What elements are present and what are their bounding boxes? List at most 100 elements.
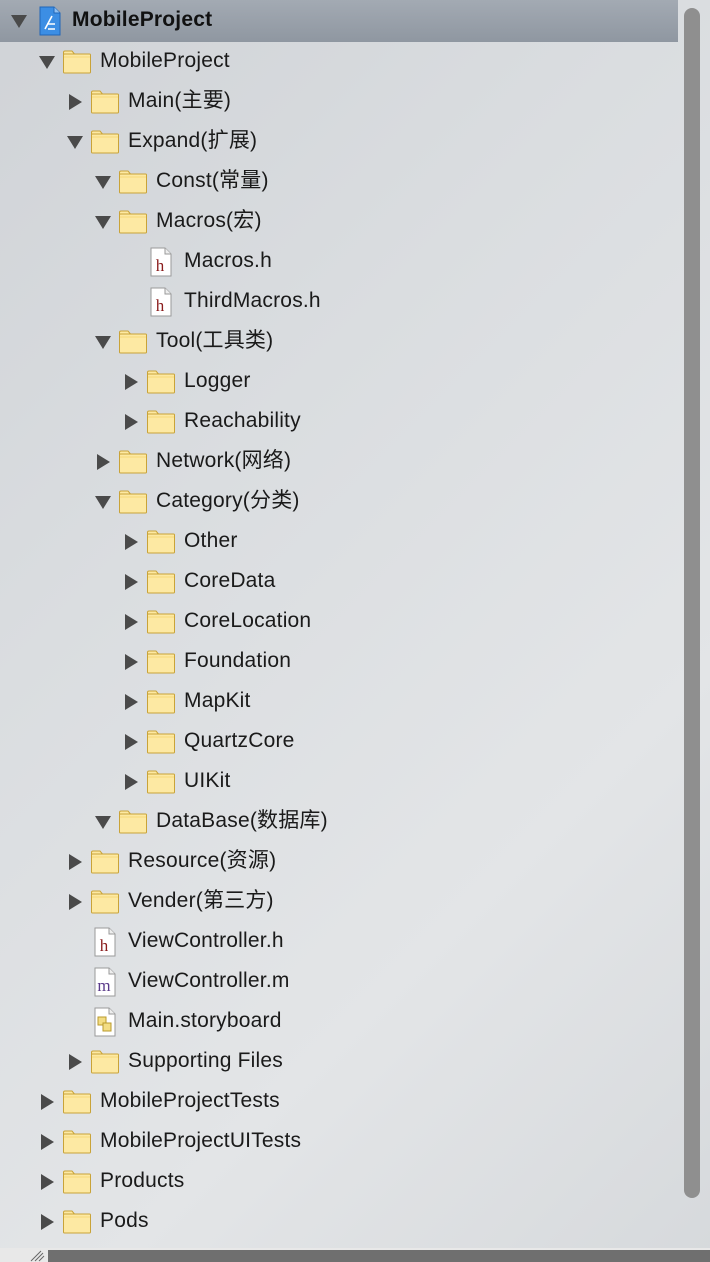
disclosure-expanded-icon[interactable] [94,493,112,511]
disclosure-collapsed-icon[interactable] [94,453,112,471]
tree-row-label: Other [184,529,238,552]
tree-row-label: CoreData [184,569,276,592]
folder-icon [62,1129,92,1155]
tree-row-label: DataBase(数据库) [156,809,328,832]
tree-row-pods[interactable]: Pods [0,1201,678,1241]
disclosure-collapsed-icon[interactable] [38,1133,56,1151]
tree-row-viewcontroller-m[interactable]: m ViewController.m [0,961,678,1001]
disclosure-collapsed-icon[interactable] [122,373,140,391]
tree-row-reachability[interactable]: Reachability [0,401,678,441]
bottom-bar [48,1250,710,1262]
disclosure-collapsed-icon[interactable] [66,893,84,911]
tree-row-resource[interactable]: Resource(资源) [0,841,678,881]
tree-row-mobileproject[interactable]: MobileProject [0,41,678,81]
folder-icon [90,849,120,875]
folder-icon [146,529,176,555]
folder-icon [118,809,148,835]
disclosure-collapsed-icon[interactable] [38,1173,56,1191]
folder-icon [118,169,148,195]
folder-icon [90,1049,120,1075]
tree-row-mobileproject-project[interactable]: MobileProject [0,0,678,42]
tree-row-tool[interactable]: Tool(工具类) [0,321,678,361]
tree-row-const[interactable]: Const(常量) [0,161,678,201]
disclosure-collapsed-icon[interactable] [122,773,140,791]
disclosure-collapsed-icon[interactable] [122,693,140,711]
disclosure-collapsed-icon[interactable] [38,1213,56,1231]
disclosure-expanded-icon[interactable] [38,53,56,71]
tree-row-viewcontroller-h[interactable]: h ViewController.h [0,921,678,961]
tree-row-thirdmacros-h[interactable]: h ThirdMacros.h [0,281,678,321]
disclosure-expanded-icon[interactable] [66,133,84,151]
tree-row-logger[interactable]: Logger [0,361,678,401]
disclosure-collapsed-icon[interactable] [66,93,84,111]
tree-row-mobileprojectuitests[interactable]: MobileProjectUITests [0,1121,678,1161]
disclosure-expanded-icon[interactable] [10,12,28,30]
tree-row-quartzcore[interactable]: QuartzCore [0,721,678,761]
tree-row-mapkit[interactable]: MapKit [0,681,678,721]
tree-row-foundation[interactable]: Foundation [0,641,678,681]
disclosure-expanded-icon[interactable] [94,333,112,351]
tree-row-label: Network(网络) [156,449,292,472]
folder-icon [146,769,176,795]
tree-row-corelocation[interactable]: CoreLocation [0,601,678,641]
tree-row-uikit[interactable]: UIKit [0,761,678,801]
tree-row-label: MobileProjectUITests [100,1129,302,1152]
folder-icon [146,729,176,755]
folder-icon [62,1169,92,1195]
tree-row-label: Main(主要) [128,89,232,112]
folder-icon [146,409,176,435]
tree-row-label: Supporting Files [128,1049,283,1072]
tree-row-main-storyboard[interactable]: Main.storyboard [0,1001,678,1041]
disclosure-collapsed-icon[interactable] [122,413,140,431]
tree-row-expand[interactable]: Expand(扩展) [0,121,678,161]
folder-icon [90,889,120,915]
disclosure-expanded-icon[interactable] [94,213,112,231]
tree-row-category[interactable]: Category(分类) [0,481,678,521]
tree-row-coredata[interactable]: CoreData [0,561,678,601]
implementation-file-icon: m [92,967,122,997]
xcode-project-icon [38,6,68,36]
header-file-icon: h [92,927,122,957]
tree-row-label: Products [100,1169,185,1192]
resize-handle-icon[interactable] [28,1248,46,1262]
disclosure-collapsed-icon[interactable] [122,533,140,551]
tree-row-label: ViewController.h [128,929,284,952]
disclosure-expanded-icon[interactable] [94,173,112,191]
disclosure-collapsed-icon[interactable] [122,653,140,671]
folder-icon [118,449,148,475]
tree-row-macros[interactable]: Macros(宏) [0,201,678,241]
tree-row-label: QuartzCore [184,729,295,752]
disclosure-collapsed-icon[interactable] [122,613,140,631]
tree-row-network[interactable]: Network(网络) [0,441,678,481]
disclosure-collapsed-icon[interactable] [122,573,140,591]
tree-row-vender[interactable]: Vender(第三方) [0,881,678,921]
tree-row-label: Resource(资源) [128,849,277,872]
disclosure-collapsed-icon[interactable] [38,1093,56,1111]
scrollbar-thumb[interactable] [684,8,700,1198]
svg-text:h: h [156,296,165,315]
tree-row-mobileprojecttests[interactable]: MobileProjectTests [0,1081,678,1121]
folder-icon [118,329,148,355]
disclosure-collapsed-icon[interactable] [66,1053,84,1071]
tree-row-label: Category(分类) [156,489,300,512]
tree-row-label: Vender(第三方) [128,889,274,912]
tree-row-label: Expand(扩展) [128,129,258,152]
header-file-icon: h [148,247,178,277]
tree-row-label: Const(常量) [156,169,269,192]
header-file-icon: h [148,287,178,317]
tree-row-other[interactable]: Other [0,521,678,561]
folder-icon [62,1089,92,1115]
tree-row-label: Macros.h [184,249,272,272]
tree-row-supporting-files[interactable]: Supporting Files [0,1041,678,1081]
disclosure-collapsed-icon[interactable] [66,853,84,871]
tree-row-main[interactable]: Main(主要) [0,81,678,121]
tree-row-label: UIKit [184,769,231,792]
tree-row-label: ThirdMacros.h [184,289,321,312]
tree-row-database[interactable]: DataBase(数据库) [0,801,678,841]
disclosure-expanded-icon[interactable] [94,813,112,831]
folder-icon [146,689,176,715]
disclosure-collapsed-icon[interactable] [122,733,140,751]
tree-row-products[interactable]: Products [0,1161,678,1201]
tree-row-macros-h[interactable]: h Macros.h [0,241,678,281]
folder-icon [146,369,176,395]
